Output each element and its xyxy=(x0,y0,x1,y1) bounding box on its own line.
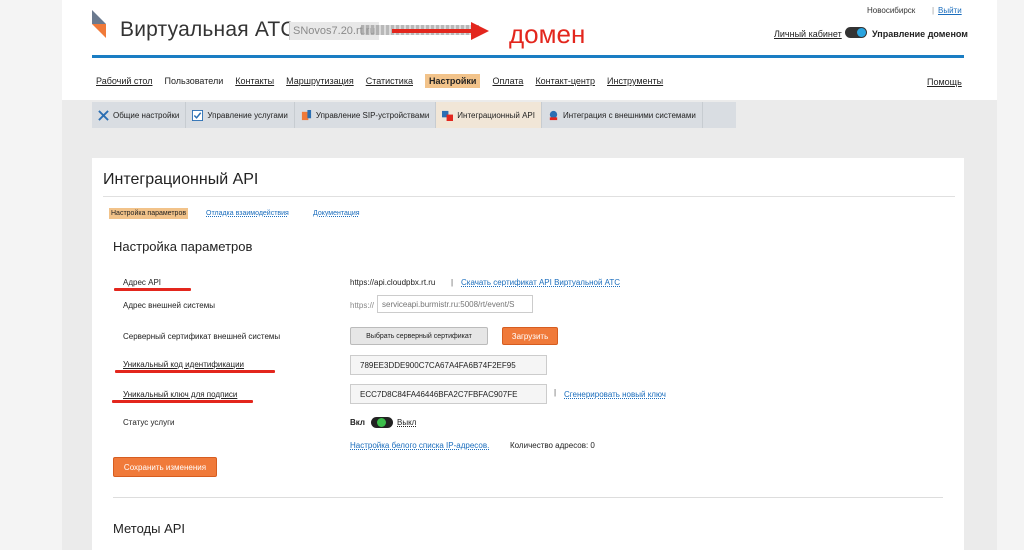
tab-parameter-settings[interactable]: Настройка параметров xyxy=(109,208,189,219)
select-cert-button[interactable]: Выбрать серверный сертификат xyxy=(350,327,488,345)
link-separator: | xyxy=(554,388,557,397)
label-service-status: Статус услуги xyxy=(123,418,175,427)
main-nav: Рабочий стол Пользователи Контакты Маршр… xyxy=(96,74,675,88)
integration-icon xyxy=(549,110,558,120)
address-count: Количество адресов: 0 xyxy=(510,441,595,450)
annotation-domain-label: домен xyxy=(509,19,586,49)
nav-settings[interactable]: Настройки xyxy=(424,74,481,88)
subnav-external-integration[interactable]: Интеграция с внешними системами xyxy=(542,102,703,128)
section-title: Настройка параметров xyxy=(113,239,253,254)
subnav-label: Интеграция с внешними системами xyxy=(562,110,696,120)
settings-subnav: Общие настройки Управление услугами Упра… xyxy=(92,102,736,128)
nav-desktop[interactable]: Рабочий стол xyxy=(96,76,153,88)
nav-users[interactable]: Пользователи xyxy=(165,76,224,88)
nav-tools[interactable]: Инструменты xyxy=(607,76,663,88)
personal-cabinet-link[interactable]: Личный кабинет xyxy=(774,29,842,39)
tools-icon xyxy=(98,109,109,121)
tab-documentation[interactable]: Документация xyxy=(313,210,360,217)
nav-contacts[interactable]: Контакты xyxy=(235,76,274,88)
subnav-service-management[interactable]: Управление услугами xyxy=(186,102,295,128)
link-separator: | xyxy=(451,278,454,287)
city-label: Новосибирск xyxy=(867,6,916,15)
save-changes-button[interactable]: Сохранить изменения xyxy=(113,457,217,477)
header-divider xyxy=(92,55,964,58)
label-server-cert: Серверный сертификат внешней системы xyxy=(123,332,281,341)
nav-statistics[interactable]: Статистика xyxy=(366,76,413,88)
subnav-integration-api[interactable]: Интеграционный API xyxy=(436,102,542,128)
subnav-sip-devices[interactable]: Управление SIP-устройствами xyxy=(295,102,437,128)
nav-contact-center[interactable]: Контакт-центр xyxy=(535,76,595,88)
subnav-label: Управление услугами xyxy=(207,110,288,120)
status-off-label[interactable]: Выкл xyxy=(397,418,416,427)
label-external-address: Адрес внешней системы xyxy=(123,301,215,310)
app-title: Виртуальная АТС xyxy=(120,18,296,41)
label-signing-key: Уникальный ключ для подписи xyxy=(123,390,238,399)
annotation-arrow-head xyxy=(471,22,489,40)
checkbox-icon xyxy=(192,109,204,121)
ip-whitelist-link[interactable]: Настройка белого списка IP-адресов. xyxy=(350,441,489,450)
nav-routing[interactable]: Маршрутизация xyxy=(286,76,354,88)
subnav-general-settings[interactable]: Общие настройки xyxy=(92,102,187,128)
label-api-address: Адрес API xyxy=(123,278,162,287)
subnav-label: Интеграционный API xyxy=(457,110,535,120)
mode-toggle[interactable] xyxy=(845,27,867,38)
subnav-label: Управление SIP-устройствами xyxy=(315,110,430,120)
label-unique-code: Уникальный код идентификации xyxy=(123,360,245,369)
download-cert-link[interactable]: Скачать сертификат API Виртуальной АТС xyxy=(461,278,620,287)
external-address-input[interactable] xyxy=(377,295,533,313)
annotation-underline xyxy=(112,400,253,403)
api-url: https://api.cloudpbx.rt.ru xyxy=(350,278,436,287)
upload-button[interactable]: Загрузить xyxy=(502,327,558,345)
tab-debugging[interactable]: Отладка взаимодействия xyxy=(206,210,289,217)
page-title: Интеграционный API xyxy=(103,171,259,188)
title-divider xyxy=(103,196,955,197)
rostelecom-logo-icon xyxy=(92,10,106,38)
signing-key-field[interactable]: ECC7D8C84FA46446BFA2C7FBFAC907FE xyxy=(350,384,547,404)
phone-device-icon xyxy=(301,109,311,120)
logout-link[interactable]: Выйти xyxy=(938,6,962,15)
https-prefix: https:// xyxy=(350,301,375,310)
status-on-label: Вкл xyxy=(350,418,365,427)
header-separator: | xyxy=(932,6,935,15)
subnav-label: Общие настройки xyxy=(113,110,180,120)
generate-key-link[interactable]: Сгенерировать новый ключ xyxy=(564,390,666,399)
api-icon xyxy=(442,110,454,121)
help-link[interactable]: Помощь xyxy=(927,77,962,87)
methods-title: Методы API xyxy=(113,521,186,536)
annotation-underline xyxy=(115,370,275,373)
unique-code-field[interactable]: 789EE3DDE900C7CA67A4FA6B74F2EF95 xyxy=(350,355,547,375)
annotation-underline xyxy=(114,288,191,291)
service-status-toggle[interactable] xyxy=(371,417,393,428)
nav-payment[interactable]: Оплата xyxy=(492,76,523,88)
manage-domain-label: Управление доменом xyxy=(872,29,968,39)
annotation-arrow xyxy=(392,29,472,33)
section-divider xyxy=(113,497,943,498)
